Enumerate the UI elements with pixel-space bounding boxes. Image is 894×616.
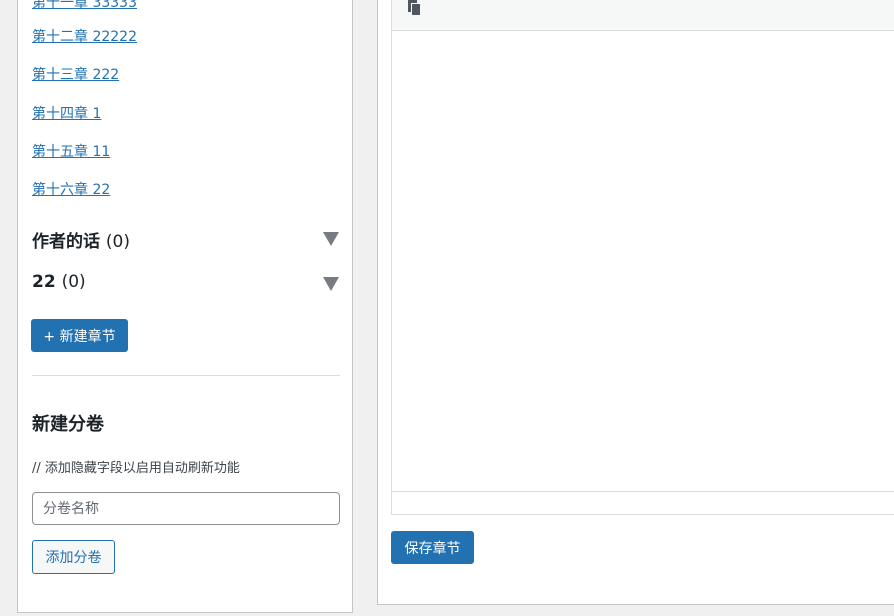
chapter-link-16[interactable]: 第十六章 22 xyxy=(32,179,110,199)
expand-toggle-icon[interactable] xyxy=(323,232,339,246)
chapter-link-15[interactable]: 第十五章 11 xyxy=(32,141,110,161)
new-volume-heading: 新建分卷 xyxy=(32,414,104,435)
divider xyxy=(32,375,340,376)
chapter-link-14[interactable]: 第十四章 1 xyxy=(32,103,101,123)
chapter-link-11[interactable]: 第十一章 33333 xyxy=(32,0,137,12)
section-count: (0) xyxy=(105,232,131,252)
section-heading-author-notes: 作者的话 (0) xyxy=(32,227,130,252)
editor-content-area[interactable] xyxy=(392,31,894,491)
section-title: 22 xyxy=(32,272,56,292)
editor-statusbar xyxy=(392,491,894,514)
chapter-editor-panel: 保存章节 xyxy=(377,0,894,605)
volume-name-input[interactable] xyxy=(32,492,340,525)
section-heading-volume-22: 22 (0) xyxy=(32,272,86,292)
new-chapter-button[interactable]: + 新建章节 xyxy=(31,319,128,352)
chapter-editor xyxy=(391,0,894,515)
section-title: 作者的话 xyxy=(32,232,100,252)
add-volume-button[interactable]: 添加分卷 xyxy=(32,540,115,574)
chapter-sidebar: 第十一章 33333 第十二章 22222 第十三章 222 第十四章 1 第十… xyxy=(17,0,353,613)
chapter-link-12[interactable]: 第十二章 22222 xyxy=(32,26,137,46)
hidden-field-note: // 添加隐藏字段以启用自动刷新功能 xyxy=(32,461,240,476)
section-count: (0) xyxy=(61,272,86,292)
editor-toolbar xyxy=(392,0,894,31)
copy-icon[interactable] xyxy=(406,0,422,16)
expand-toggle-icon[interactable] xyxy=(323,277,339,291)
save-chapter-button[interactable]: 保存章节 xyxy=(391,531,474,564)
chapter-link-13[interactable]: 第十三章 222 xyxy=(32,64,119,84)
